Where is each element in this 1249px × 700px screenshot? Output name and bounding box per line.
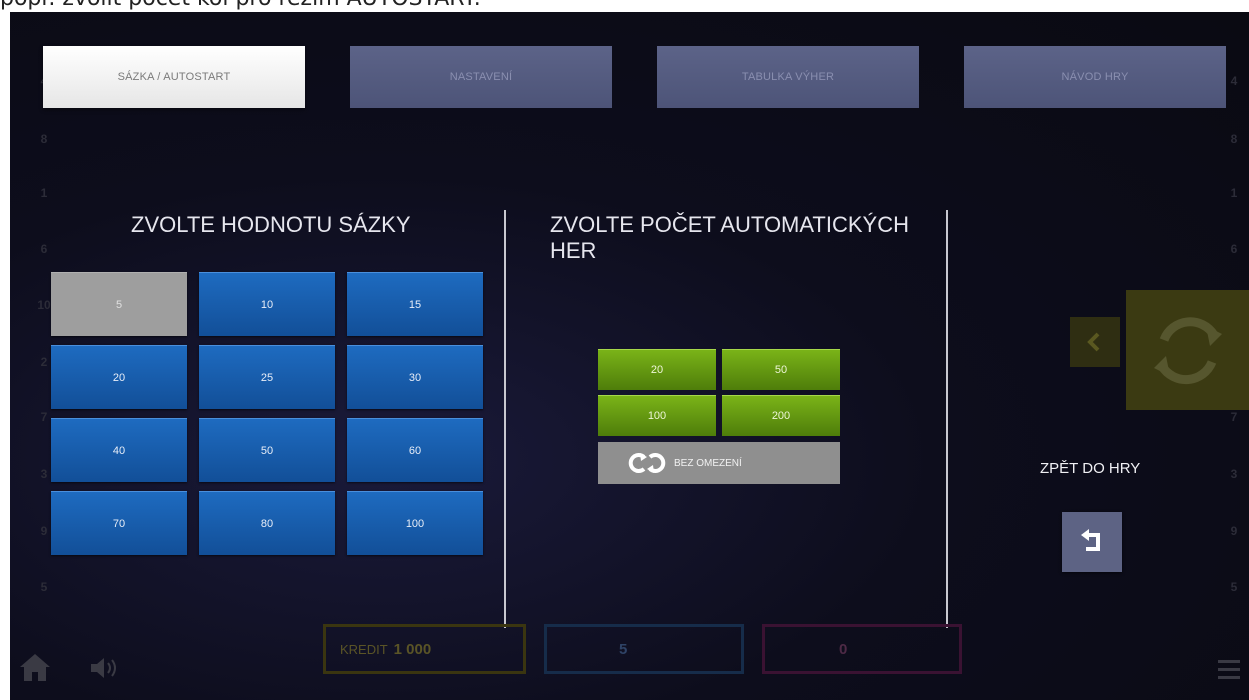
sound-button[interactable] — [88, 654, 124, 684]
home-button[interactable] — [18, 652, 54, 684]
bet-heading: ZVOLTE HODNOTU SÁZKY — [131, 212, 411, 237]
back-to-game-button[interactable] — [1062, 512, 1122, 572]
bet-option-80[interactable]: 80 — [199, 491, 335, 555]
bet-display: 5 — [544, 624, 744, 674]
line-number: 3 — [1230, 467, 1238, 481]
autoplay-option-200[interactable]: 200 — [722, 395, 840, 436]
credit-label: KREDIT — [340, 641, 388, 657]
section-divider — [504, 210, 506, 628]
game-settings-screen: 4 8 1 6 10 2 7 3 9 5 4 8 1 6 7 3 9 5 SÁZ… — [10, 12, 1249, 700]
line-number: 1 — [1230, 186, 1238, 200]
menu-button[interactable] — [1214, 656, 1244, 684]
previous-arrow-button — [1070, 317, 1120, 367]
bet-option-70[interactable]: 70 — [51, 491, 187, 555]
bet-option-15[interactable]: 15 — [347, 272, 483, 336]
autoplay-unlimited-button[interactable]: BEZ OMEZENÍ — [598, 442, 840, 484]
spin-icon — [1154, 317, 1222, 385]
autoplay-unlimited-label: BEZ OMEZENÍ — [674, 457, 742, 469]
sound-icon — [91, 658, 116, 678]
chevron-left-icon — [1087, 332, 1100, 352]
bet-option-25[interactable]: 25 — [199, 345, 335, 409]
line-number: 9 — [1230, 524, 1238, 538]
autoplay-option-50[interactable]: 50 — [722, 349, 840, 390]
line-number: 8 — [1230, 132, 1238, 146]
autoplay-option-100[interactable]: 100 — [598, 395, 716, 436]
line-number: 1 — [40, 186, 48, 200]
tab-bet-autostart[interactable]: SÁZKA / AUTOSTART — [43, 46, 305, 108]
line-number: 6 — [1230, 242, 1238, 256]
autoplay-heading: ZVOLTE POČET AUTOMATICKÝCH HER — [550, 212, 909, 263]
bet-option-100[interactable]: 100 — [347, 491, 483, 555]
line-number: 5 — [40, 580, 48, 594]
spin-button-background — [1126, 290, 1249, 410]
win-value: 0 — [839, 640, 848, 658]
bet-option-50[interactable]: 50 — [199, 418, 335, 482]
credit-display: KREDIT 1 000 — [323, 624, 526, 674]
bet-option-30[interactable]: 30 — [347, 345, 483, 409]
win-display: 0 — [762, 624, 962, 674]
tab-paytable[interactable]: TABULKA VÝHER — [657, 46, 919, 108]
tab-game-rules[interactable]: NÁVOD HRY — [964, 46, 1226, 108]
bet-option-10[interactable]: 10 — [199, 272, 335, 336]
loop-icon — [628, 453, 666, 473]
line-number: 8 — [40, 132, 48, 146]
line-number: 7 — [1230, 410, 1238, 424]
line-number: 5 — [1230, 580, 1238, 594]
bet-value: 5 — [619, 640, 628, 658]
section-divider — [946, 210, 948, 628]
bet-option-20[interactable]: 20 — [51, 345, 187, 409]
bet-option-5[interactable]: 5 — [51, 272, 187, 336]
line-number: 6 — [40, 242, 48, 256]
menu-icon — [1218, 660, 1240, 679]
autoplay-option-20[interactable]: 20 — [598, 349, 716, 390]
back-to-game-label: ZPĚT DO HRY — [1040, 460, 1141, 477]
bet-option-60[interactable]: 60 — [347, 418, 483, 482]
return-arrow-icon — [1081, 529, 1100, 551]
tab-settings[interactable]: NASTAVENÍ — [350, 46, 612, 108]
home-icon — [20, 654, 50, 681]
bet-option-40[interactable]: 40 — [51, 418, 187, 482]
credit-value: 1 000 — [393, 640, 432, 658]
